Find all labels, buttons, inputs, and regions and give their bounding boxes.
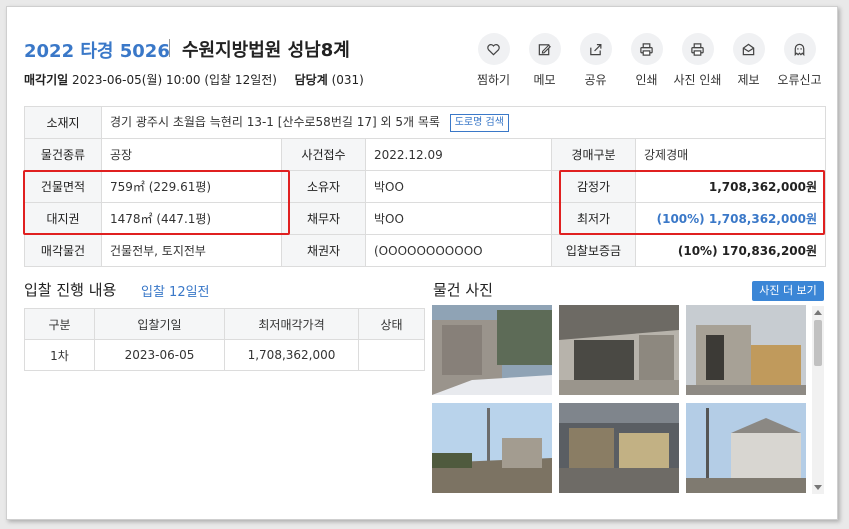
bid-progress-subtitle: 입찰 12일전 — [141, 285, 210, 300]
property-photo[interactable] — [559, 403, 679, 493]
case-number: 2022 타경 5026 — [24, 41, 170, 62]
report-icon — [742, 43, 755, 55]
table-header-row: 구분 입찰기일 최저매각가격 상태 — [24, 308, 425, 340]
header: 2022 타경 5026 수원지방법원 성남8계 매각기일 2023-06-05… — [24, 33, 825, 103]
type-value: 공장 — [101, 138, 282, 171]
table-row: 1차 2023-06-05 1,708,362,000 — [24, 339, 425, 371]
memo-icon — [538, 43, 551, 55]
property-photo[interactable] — [686, 403, 806, 493]
photo-print-button[interactable]: 사진 인쇄 — [672, 33, 723, 88]
sale-item-value: 건물전부, 토지전부 — [101, 234, 282, 267]
table-row: 물건종류 공장 사건접수 2022.12.09 경매구분 강제경매 — [24, 138, 827, 171]
deposit-label: 입찰보증금 — [551, 234, 636, 267]
memo-button[interactable]: 메모 — [519, 33, 570, 88]
column-header: 입찰기일 — [94, 308, 225, 340]
creditor-label: 채권자 — [281, 234, 366, 267]
bid-date: 2023-06-05 — [94, 339, 225, 371]
received-value: 2022.12.09 — [365, 138, 552, 171]
share-icon — [590, 43, 602, 55]
table-row: 소재지 경기 광주시 초월읍 늑현리 13-1 [산수로58번길 17] 외 5… — [24, 106, 827, 139]
column-header: 최저매각가격 — [224, 308, 359, 340]
property-photo[interactable] — [559, 305, 679, 395]
property-info-table: 소재지 경기 광주시 초월읍 늑현리 13-1 [산수로58번길 17] 외 5… — [24, 106, 827, 267]
appraisal-value: 1,708,362,000원 — [634, 170, 827, 203]
report-button[interactable]: 제보 — [723, 33, 774, 88]
title-divider — [169, 39, 170, 57]
received-label: 사건접수 — [281, 138, 366, 171]
sale-date-label: 매각기일 — [24, 73, 69, 87]
building-area-label: 건물면적 — [24, 170, 102, 203]
share-button[interactable]: 공유 — [570, 33, 621, 88]
property-photo[interactable] — [432, 305, 552, 395]
type-label: 물건종류 — [24, 138, 102, 171]
officer-value: (031) — [331, 73, 364, 87]
owner-value: 박OO — [365, 170, 552, 203]
photo-print-icon — [691, 42, 704, 56]
more-photos-button[interactable]: 사진 더 보기 — [752, 281, 824, 301]
print-label: 인쇄 — [635, 73, 658, 87]
report-label: 제보 — [737, 73, 760, 87]
land-label: 대지권 — [24, 202, 102, 235]
property-photo[interactable] — [686, 305, 806, 395]
location-value: 경기 광주시 초월읍 늑현리 13-1 [산수로58번길 17] 외 5개 목록 — [110, 115, 440, 130]
heart-icon — [487, 43, 500, 56]
auction-detail-window: 2022 타경 5026 수원지방법원 성남8계 매각기일 2023-06-05… — [6, 6, 838, 520]
court-name: 수원지방법원 성남8계 — [182, 40, 350, 61]
debtor-label: 채무자 — [281, 202, 366, 235]
creditor-value: (OOOOOOOOOOO — [365, 234, 552, 267]
sale-kind-value: 강제경매 — [634, 138, 827, 171]
print-icon — [640, 42, 653, 56]
deposit-value: (10%) 170,836,200원 — [634, 234, 827, 267]
road-search-button[interactable]: 도로명 검색 — [449, 113, 509, 132]
appraisal-label: 감정가 — [551, 170, 636, 203]
column-header: 구분 — [24, 308, 95, 340]
scroll-up-arrow-icon[interactable] — [814, 310, 822, 315]
print-button[interactable]: 인쇄 — [621, 33, 672, 88]
share-label: 공유 — [584, 73, 607, 87]
error-report-icon — [794, 43, 805, 56]
sale-item-label: 매각물건 — [24, 234, 102, 267]
scroll-down-arrow-icon[interactable] — [814, 485, 822, 490]
sale-date-line: 매각기일 2023-06-05(월) 10:00 (입찰 12일전) 담당계 (… — [24, 71, 364, 88]
photo-scrollbar[interactable] — [812, 306, 824, 494]
bid-status — [358, 339, 425, 371]
memo-label: 메모 — [533, 73, 556, 87]
sale-date-value: 2023-06-05(월) 10:00 (입찰 12일전) — [72, 73, 277, 87]
table-row: 대지권 1478㎡ (447.1평) 채무자 박OO 최저가 (100%) 1,… — [24, 202, 827, 235]
photo-grid — [432, 305, 810, 495]
property-photo[interactable] — [432, 403, 552, 493]
photo-print-label: 사진 인쇄 — [673, 73, 722, 87]
photos-title: 물건 사진 — [433, 281, 493, 299]
bid-min-price: 1,708,362,000 — [224, 339, 359, 371]
debtor-value: 박OO — [365, 202, 552, 235]
error-report-button[interactable]: 오류신고 — [774, 33, 825, 88]
scroll-thumb[interactable] — [814, 320, 822, 366]
error-report-label: 오류신고 — [777, 73, 822, 87]
building-area-value: 759㎡ (229.61평) — [101, 170, 282, 203]
table-row: 건물면적 759㎡ (229.61평) 소유자 박OO 감정가 1,708,36… — [24, 170, 827, 203]
bid-history-table: 구분 입찰기일 최저매각가격 상태 1차 2023-06-05 1,708,36… — [24, 308, 425, 371]
min-price-label: 최저가 — [551, 202, 636, 235]
sale-kind-label: 경매구분 — [551, 138, 636, 171]
land-value: 1478㎡ (447.1평) — [101, 202, 282, 235]
action-toolbar: 찜하기 메모 공유 인쇄 사진 인쇄 제보 오류신고 — [468, 33, 825, 88]
min-price-value: (100%) 1,708,362,000원 — [634, 202, 827, 235]
location-label: 소재지 — [24, 106, 102, 139]
column-header: 상태 — [358, 308, 425, 340]
bid-progress-title: 입찰 진행 내용 — [24, 281, 117, 299]
favorite-label: 찜하기 — [476, 73, 511, 87]
favorite-button[interactable]: 찜하기 — [468, 33, 519, 88]
owner-label: 소유자 — [281, 170, 366, 203]
table-row: 매각물건 건물전부, 토지전부 채권자 (OOOOOOOOOOO 입찰보증금 (… — [24, 234, 827, 267]
location-cell: 경기 광주시 초월읍 늑현리 13-1 [산수로58번길 17] 외 5개 목록… — [100, 106, 827, 139]
bid-round: 1차 — [24, 339, 95, 371]
officer-label: 담당계 — [294, 73, 328, 87]
